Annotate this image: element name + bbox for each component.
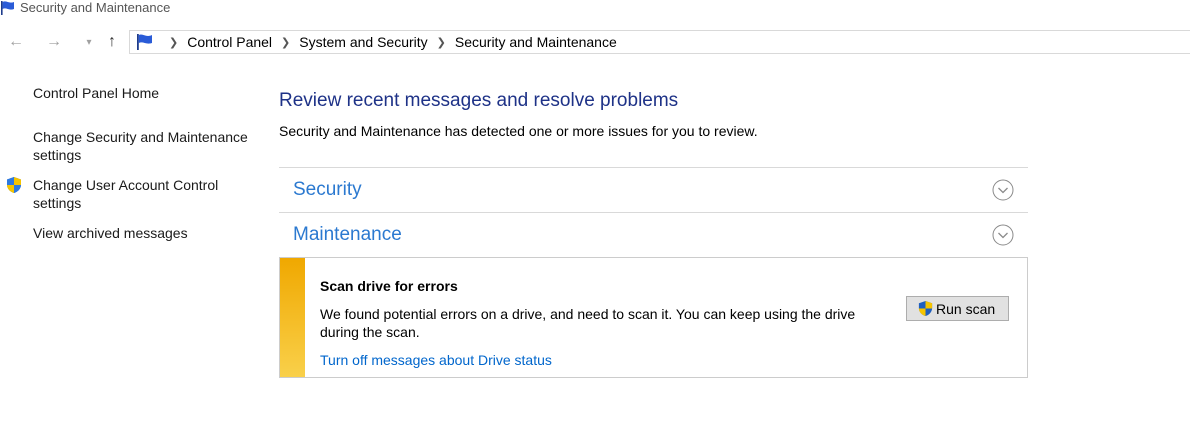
recent-locations-button[interactable]: ▾ — [82, 31, 96, 53]
section-label-security: Security — [293, 179, 362, 200]
breadcrumb-security-and-maintenance[interactable]: Security and Maintenance — [455, 34, 617, 50]
chevron-right-icon[interactable]: ❯ — [437, 36, 446, 49]
sidebar-item-control-panel-home[interactable]: Control Panel Home — [33, 84, 248, 102]
address-bar[interactable]: ❯ Control Panel ❯ System and Security ❯ … — [129, 30, 1190, 54]
arrow-up-icon: ↑ — [108, 33, 116, 50]
chevron-down-icon: ▾ — [86, 36, 92, 48]
arrow-right-icon: → — [46, 33, 62, 50]
flag-icon — [0, 1, 16, 18]
page-description: Security and Maintenance has detected on… — [279, 123, 758, 139]
title-bar: Security and Maintenance — [0, 0, 1190, 18]
window-title: Security and Maintenance — [20, 0, 171, 15]
sidebar-item-change-security-settings[interactable]: Change Security and Maintenance settings — [33, 128, 248, 164]
breadcrumb-system-and-security[interactable]: System and Security — [299, 34, 427, 50]
flag-icon — [136, 34, 154, 55]
turn-off-messages-link[interactable]: Turn off messages about Drive status — [320, 352, 552, 368]
expand-chevron-icon[interactable] — [992, 224, 1014, 246]
maintenance-section-header[interactable]: Maintenance — [279, 212, 1028, 257]
issue-description: We found potential errors on a drive, an… — [320, 306, 856, 340]
sidebar-item-change-uac-settings[interactable]: Change User Account Control settings — [33, 176, 248, 212]
security-section-header[interactable]: Security — [279, 167, 1028, 212]
section-label-maintenance: Maintenance — [293, 224, 402, 245]
run-scan-label: Run scan — [936, 300, 996, 317]
breadcrumb-control-panel[interactable]: Control Panel — [187, 34, 272, 50]
run-scan-button[interactable]: Run scan — [906, 296, 1009, 321]
arrow-left-icon: ← — [8, 33, 24, 50]
navigation-bar: ← → ▾ ↑ ❯ Control Panel ❯ System and Sec… — [0, 29, 1190, 55]
maintenance-issue-card: Scan drive for errors We found potential… — [279, 257, 1028, 378]
page-title: Review recent messages and resolve probl… — [279, 90, 679, 111]
forward-button[interactable]: → — [44, 31, 64, 53]
chevron-right-icon[interactable]: ❯ — [281, 36, 290, 49]
expand-chevron-icon[interactable] — [992, 179, 1014, 201]
warning-severity-stripe — [280, 258, 305, 377]
chevron-right-icon[interactable]: ❯ — [169, 36, 178, 49]
sidebar-item-view-archived-messages[interactable]: View archived messages — [33, 224, 248, 242]
breadcrumb: ❯ Control Panel ❯ System and Security ❯ … — [160, 31, 617, 53]
back-button[interactable]: ← — [6, 31, 26, 53]
uac-shield-icon — [5, 176, 23, 197]
issue-title: Scan drive for errors — [320, 278, 458, 294]
uac-shield-icon — [917, 300, 934, 317]
up-button[interactable]: ↑ — [102, 31, 122, 53]
